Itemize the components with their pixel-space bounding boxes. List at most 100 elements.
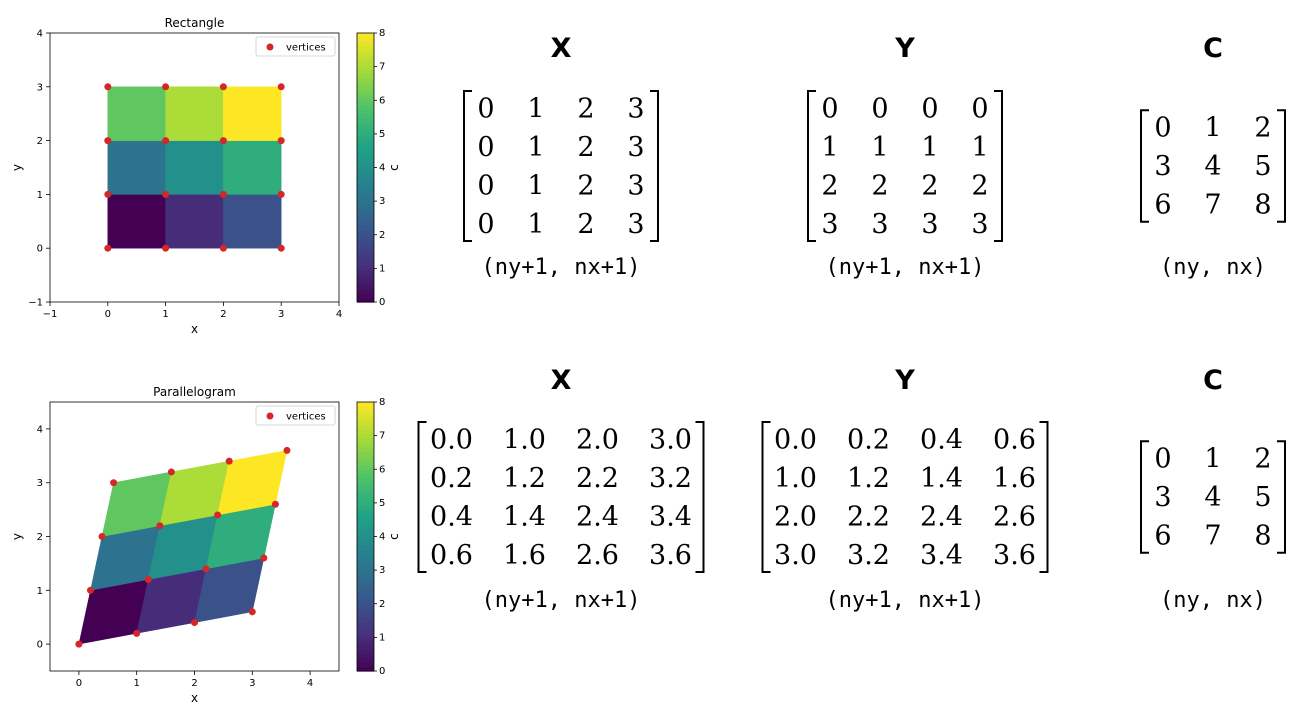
- colorbar-tick-label: 4: [379, 532, 385, 543]
- colorbar-segment: [357, 131, 374, 137]
- colorbar-segment: [357, 46, 374, 52]
- vertex-point: [191, 619, 198, 627]
- matrix-cell: 1.6: [503, 540, 546, 571]
- matrix-cell: 0: [1154, 113, 1171, 144]
- matrix-cell: 0.4: [430, 501, 473, 532]
- colorbar-segment: [357, 73, 374, 79]
- legend-label: vertices: [286, 43, 326, 54]
- vertex-point: [248, 608, 256, 616]
- matrix-cell: 1.2: [503, 463, 546, 494]
- colorbar-segment: [357, 203, 374, 209]
- matrix-cell: 0.6: [993, 424, 1036, 455]
- colorbar-segment: [357, 594, 374, 600]
- x-tick-label: 1: [134, 678, 140, 689]
- mesh-cell: [107, 194, 166, 249]
- matrix-cell: 5: [1254, 482, 1271, 513]
- colorbar-segment: [357, 252, 374, 258]
- matrix-cell: 7: [1204, 190, 1221, 221]
- colorbar-segment: [357, 509, 374, 515]
- matrix-cell: 2: [577, 170, 594, 201]
- matrix-shape-label: (ny+1, nx+1): [482, 255, 641, 280]
- y-tick-label: 0: [37, 640, 43, 651]
- mesh-cell: [165, 140, 224, 195]
- colorbar-segment: [357, 437, 374, 443]
- colorbar-segment: [357, 612, 374, 618]
- colorbar-segment: [357, 221, 374, 227]
- matrix-bracket-right: [695, 421, 705, 573]
- matrix-cell: 3: [1154, 482, 1171, 513]
- colorbar-segment: [357, 279, 374, 285]
- x-tick-label: 2: [191, 678, 197, 689]
- matrix-title: Y: [894, 33, 915, 64]
- matrix-x-0: X 0 1 2 3 0 1 2 3 0 1 2 3 0 1 2 3 (ny+1, nx+1): [463, 33, 659, 280]
- colorbar-segment: [357, 136, 374, 142]
- matrix-bracket-left: [1140, 440, 1149, 554]
- colorbar-tick-label: 2: [379, 230, 385, 241]
- colorbar-segment: [357, 189, 374, 195]
- y-axis-label: y: [10, 533, 24, 540]
- matrix-title: X: [551, 365, 572, 396]
- matrix-cell: 3: [627, 170, 644, 201]
- colorbar-segment: [357, 545, 374, 551]
- matrix-cell: 2: [921, 170, 938, 201]
- matrix-cell: 3: [971, 209, 988, 240]
- colorbar-tick-label: 0: [379, 666, 385, 677]
- vertex-point: [277, 244, 285, 252]
- colorbar-segment: [357, 171, 374, 178]
- colorbar-segment: [357, 41, 374, 48]
- figure: Rectangle −1 0 1 2 3 4 −1 0 1 2 3 4 x y vertices 0 1 2 3 4 5 6…: [10, 16, 1286, 705]
- vertex-point: [162, 137, 170, 145]
- matrix-cell: 2.6: [993, 501, 1036, 532]
- matrix-y-1: Y 0.0 0.2 0.4 0.6 1.0 1.2 1.4 1.6 2.0 2.2 2.4 2.6 3.0…: [761, 365, 1049, 613]
- matrix-cell: 1: [921, 132, 938, 163]
- matrix-cell: 3: [921, 209, 938, 240]
- colorbar-segment: [357, 113, 374, 119]
- colorbar-segment: [357, 648, 374, 654]
- colorbar-tick-label: 3: [379, 196, 385, 207]
- colorbar-segment: [357, 644, 374, 650]
- matrix-cell: 1.0: [774, 463, 817, 494]
- colorbar-segment: [357, 433, 374, 439]
- colorbar-segment: [357, 243, 374, 249]
- colorbar-segment: [357, 567, 374, 573]
- vertex-point: [277, 137, 285, 145]
- colorbar-segment: [357, 50, 374, 57]
- matrix-cell: 2.2: [847, 501, 890, 532]
- matrix-c-0: C 0 1 2 3 4 5 6 7 8 (ny, nx): [1140, 33, 1286, 280]
- vertex-point: [167, 468, 175, 476]
- colorbar-segment: [357, 576, 374, 582]
- matrix-cell: 0: [821, 93, 838, 124]
- matrix-cell: 8: [1254, 521, 1271, 552]
- y-tick-label: 4: [37, 424, 43, 435]
- vertex-point: [104, 190, 112, 198]
- colorbar-segment: [357, 225, 374, 231]
- matrix-bracket-right: [650, 90, 659, 242]
- y-tick-label: 3: [37, 82, 43, 93]
- matrix-cell: 0.2: [430, 463, 473, 494]
- vertex-point: [283, 446, 291, 454]
- colorbar-tick-label: 0: [379, 297, 385, 308]
- matrix-bracket-right: [1277, 440, 1286, 554]
- matrix-cell: 3.6: [649, 540, 692, 571]
- colorbar-segment: [357, 118, 374, 124]
- colorbar-segment: [357, 261, 374, 267]
- vertex-point: [214, 511, 222, 519]
- colorbar-segment: [357, 608, 374, 614]
- chart-title: Parallelogram: [153, 385, 236, 399]
- matrix-cell: 4: [1204, 151, 1221, 182]
- matrix-shape-label: (ny+1, nx+1): [826, 588, 985, 613]
- matrix-cell: 1.4: [503, 501, 546, 532]
- colorbar-tick-label: 2: [379, 599, 385, 610]
- vertex-point: [86, 586, 94, 594]
- colorbar-segment: [357, 540, 374, 547]
- colorbar-segment: [357, 460, 374, 466]
- colorbar-segment: [357, 140, 374, 146]
- colorbar-segment: [357, 532, 374, 538]
- matrix-bracket-left: [1140, 109, 1149, 223]
- colorbar-segment: [357, 473, 374, 479]
- colorbar-segment: [357, 239, 374, 245]
- colorbar-segment: [357, 127, 374, 133]
- chart-panel-1: Parallelogram 0 1 2 3 4 0 1 2 3 4 x y vertices 0 1 2 3 4 5 6…: [10, 385, 401, 705]
- matrix-cell: 3.6: [993, 540, 1036, 571]
- matrix-bracket-right: [1277, 109, 1286, 223]
